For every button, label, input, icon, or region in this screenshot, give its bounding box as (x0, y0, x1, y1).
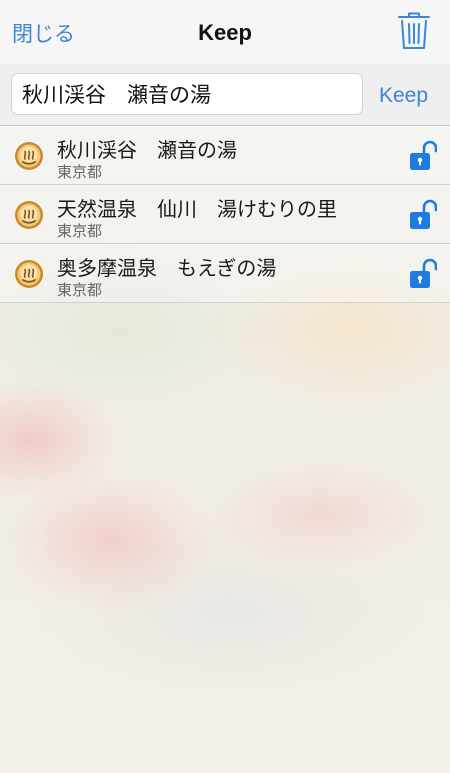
list-item[interactable]: 秋川渓谷 瀬音の湯 東京都 (0, 126, 450, 185)
list-item-title: 天然温泉 仙川 湯けむりの里 (57, 197, 337, 221)
keep-input-bar: Keep (0, 64, 450, 126)
page-title: Keep (198, 20, 252, 45)
navigation-bar: 閉じる Keep (0, 0, 450, 64)
list-item-title: 奥多摩温泉 もえぎの湯 (57, 256, 277, 280)
onsen-icon (15, 201, 43, 229)
list-item[interactable]: 奥多摩温泉 もえぎの湯 東京都 (0, 244, 450, 303)
trash-icon (398, 12, 430, 49)
unlock-icon[interactable] (409, 198, 437, 230)
onsen-icon (15, 260, 43, 288)
list-item-subtitle: 東京都 (57, 222, 103, 240)
list-item-subtitle: 東京都 (57, 281, 103, 299)
list-item[interactable]: 天然温泉 仙川 湯けむりの里 東京都 (0, 185, 450, 244)
keep-button[interactable]: Keep (379, 84, 428, 108)
list-item-title: 秋川渓谷 瀬音の湯 (57, 138, 237, 162)
trash-button[interactable] (397, 11, 431, 51)
onsen-icon (15, 142, 43, 170)
list-item-subtitle: 東京都 (57, 163, 103, 181)
unlock-icon[interactable] (409, 257, 437, 289)
kept-list: 秋川渓谷 瀬音の湯 東京都 天然温泉 仙川 湯けむりの里 東京都 奥多摩温泉 も… (0, 126, 450, 303)
place-name-input[interactable] (11, 73, 363, 115)
unlock-icon[interactable] (409, 139, 437, 171)
